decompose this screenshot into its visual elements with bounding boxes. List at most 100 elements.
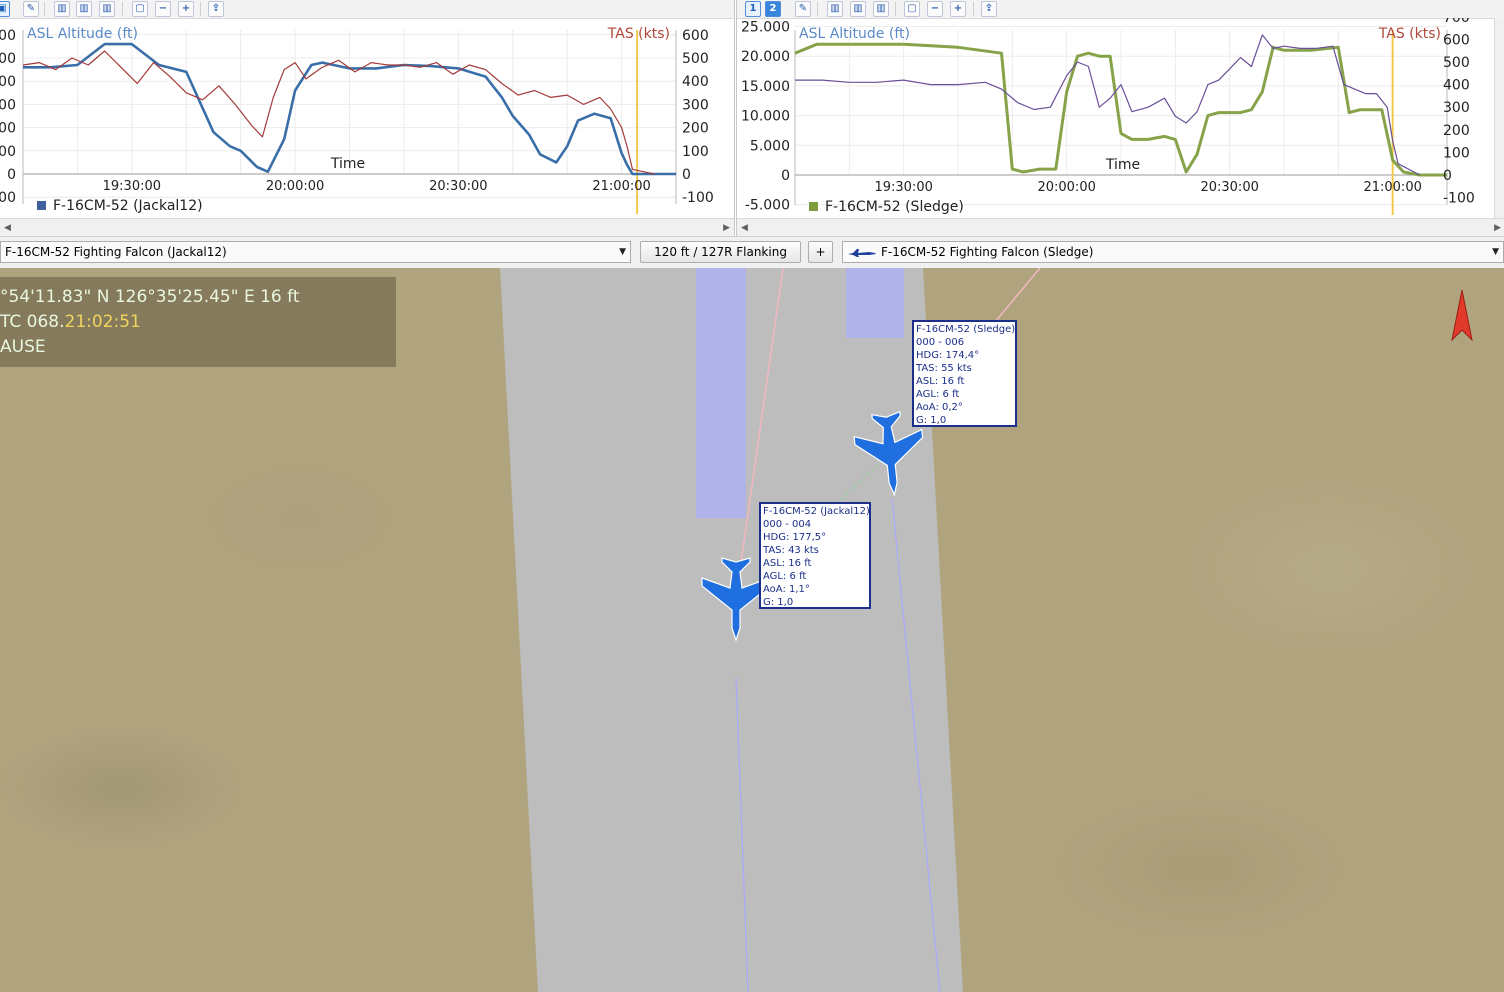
right-tick-label: 500 bbox=[1443, 55, 1470, 71]
chart-a-icon[interactable]: ▥ bbox=[827, 1, 843, 17]
zoom-out-icon[interactable]: − bbox=[155, 1, 171, 17]
left-tick-label: -100 bbox=[0, 190, 16, 206]
left-aircraft-dropdown[interactable]: F-16CM-52 Fighting Falcon (Jackal12) ▼ bbox=[0, 241, 631, 263]
chevron-down-icon: ▼ bbox=[619, 247, 626, 257]
left-telemetry-chart[interactable]: ASL Altitude (ft) TAS (kts) Time 19:30:00 20… bbox=[0, 18, 734, 218]
chart-b-icon[interactable]: ▥ bbox=[76, 1, 92, 17]
left-tick-label: 600 bbox=[0, 28, 16, 44]
x-tick-label: 20:00:00 bbox=[1037, 180, 1095, 195]
right-chart-scrollbar[interactable]: ◀ ▶ bbox=[737, 218, 1504, 236]
right-axis-label: TAS (kts) bbox=[607, 26, 670, 42]
position-info-overlay: °54'11.83" N 126°35'25.45" E 16 ft TC 06… bbox=[0, 277, 396, 367]
label-line: HDG: 174,4° bbox=[916, 350, 980, 361]
scroll-left-icon[interactable]: ◀ bbox=[4, 222, 11, 233]
left-chart-scrollbar[interactable]: ◀ ▶ bbox=[0, 218, 734, 236]
right-chart-toolbar: 1 2 ✎ ▥ ▥ ▥ ▢ − + ⇪ bbox=[737, 0, 1504, 19]
x-tick-label: 21:00:00 bbox=[592, 179, 650, 194]
x-tick-label: 20:00:00 bbox=[266, 179, 324, 194]
right-tick-label: 300 bbox=[1443, 100, 1470, 116]
right-aircraft-dropdown[interactable]: F-16CM-52 Fighting Falcon (Sledge) ▼ bbox=[842, 241, 1504, 263]
right-tick-label: 700 bbox=[1443, 18, 1470, 26]
left-tick-label: 20.000 bbox=[741, 49, 790, 65]
left-tick-label: 400 bbox=[0, 74, 16, 90]
right-tick-label: 200 bbox=[1443, 123, 1470, 139]
sledge-info-label[interactable]: F-16CM-52 (Sledge) 000 - 006 HDG: 174,4°… bbox=[912, 320, 1017, 427]
label-line: ASL: 16 ft bbox=[763, 558, 812, 569]
left-tick-label: 500 bbox=[0, 51, 16, 67]
label-line: TAS: 43 kts bbox=[763, 545, 819, 556]
chart-c-icon[interactable]: ▥ bbox=[99, 1, 115, 17]
right-tick-label: -100 bbox=[682, 190, 714, 206]
jackal12-altitude-trail bbox=[696, 268, 746, 518]
right-tick-label: 600 bbox=[682, 28, 709, 44]
tab-1-button[interactable]: 1 bbox=[745, 1, 761, 17]
label-line: AoA: 1,1° bbox=[763, 584, 810, 595]
right-tick-label: 0 bbox=[1443, 168, 1452, 184]
x-tick-label: 20:30:00 bbox=[429, 179, 487, 194]
page-icon[interactable]: ▢ bbox=[904, 1, 920, 17]
wand-icon[interactable]: ✎ bbox=[23, 1, 39, 17]
label-line: ASL: 16 ft bbox=[916, 376, 965, 387]
zoom-in-icon[interactable]: + bbox=[950, 1, 966, 17]
add-pair-button[interactable]: + bbox=[808, 241, 833, 263]
zoom-out-icon[interactable]: − bbox=[927, 1, 943, 17]
sledge-track-line bbox=[989, 268, 1041, 329]
chart-b-icon[interactable]: ▥ bbox=[850, 1, 866, 17]
map-view[interactable]: °54'11.83" N 126°35'25.45" E 16 ft TC 06… bbox=[0, 268, 1504, 992]
wand-icon[interactable]: ✎ bbox=[795, 1, 811, 17]
left-aircraft-dropdown-value: F-16CM-52 Fighting Falcon (Jackal12) bbox=[5, 245, 227, 259]
jackal12-info-label[interactable]: F-16CM-52 (Jackal12) 000 - 004 HDG: 177,… bbox=[759, 502, 871, 609]
utc-day-prefix: TC 068. bbox=[0, 312, 65, 332]
x-axis-label: Time bbox=[330, 156, 365, 172]
page-icon[interactable]: ▢ bbox=[132, 1, 148, 17]
label-line: AGL: 6 ft bbox=[916, 389, 960, 400]
label-line: HDG: 177,5° bbox=[763, 532, 827, 543]
left-tick-label: 5.000 bbox=[750, 138, 790, 154]
scroll-right-icon[interactable]: ▶ bbox=[1494, 222, 1501, 233]
left-tick-label: 10.000 bbox=[741, 109, 790, 125]
x-tick-label: 20:30:00 bbox=[1200, 180, 1258, 195]
legend-label: F-16CM-52 (Jackal12) bbox=[53, 198, 203, 214]
chart-a-icon[interactable]: ▥ bbox=[54, 1, 70, 17]
aircraft-selector-bar: F-16CM-52 Fighting Falcon (Jackal12) ▼ 1… bbox=[0, 236, 1504, 269]
right-tick-label: 100 bbox=[1443, 145, 1470, 161]
label-line: F-16CM-52 (Sledge) bbox=[916, 324, 1016, 335]
left-tick-label: 0 bbox=[781, 168, 790, 184]
right-chart-panel: 1 2 ✎ ▥ ▥ ▥ ▢ − + ⇪ ASL Altitude (ft) TAS… bbox=[736, 0, 1504, 236]
label-line: TAS: 55 kts bbox=[916, 363, 972, 374]
right-tick-label: 600 bbox=[1443, 32, 1470, 48]
right-chart-vscrollbar[interactable] bbox=[1494, 18, 1504, 218]
left-axis-label: ASL Altitude (ft) bbox=[799, 26, 910, 42]
right-tick-label: 0 bbox=[682, 167, 691, 183]
x-axis-label: Time bbox=[1105, 157, 1140, 173]
sledge-altitude-trail bbox=[846, 268, 904, 338]
right-axis-label: TAS (kts) bbox=[1378, 26, 1441, 42]
left-tick-label: 100 bbox=[0, 144, 16, 160]
utc-time-readout: TC 068.21:02:51 bbox=[0, 312, 141, 332]
north-arrow-icon bbox=[1451, 289, 1473, 342]
export-icon[interactable]: ⇪ bbox=[208, 1, 224, 17]
layout-icon[interactable]: ▣ bbox=[0, 1, 10, 17]
export-icon[interactable]: ⇪ bbox=[981, 1, 997, 17]
tab-2-button[interactable]: 2 bbox=[765, 1, 781, 17]
label-line: F-16CM-52 (Jackal12) bbox=[763, 506, 870, 517]
chart-c-icon[interactable]: ▥ bbox=[873, 1, 889, 17]
distance-aspect-button[interactable]: 120 ft / 127R Flanking bbox=[640, 241, 801, 263]
legend-swatch bbox=[37, 201, 46, 210]
map-scene[interactable] bbox=[0, 268, 1504, 992]
right-tick-label: 400 bbox=[682, 74, 709, 90]
chevron-down-icon: ▼ bbox=[1492, 247, 1499, 257]
label-line: AGL: 6 ft bbox=[763, 571, 807, 582]
left-chart-panel: ▣ ✎ ▥ ▥ ▥ ▢ − + ⇪ ASL Altitude (ft) TAS (… bbox=[0, 0, 735, 236]
right-tick-label: -100 bbox=[1443, 191, 1475, 207]
right-tick-label: 100 bbox=[682, 144, 709, 160]
zoom-in-icon[interactable]: + bbox=[178, 1, 194, 17]
left-tick-label: 25.000 bbox=[741, 20, 790, 36]
right-telemetry-chart[interactable]: ASL Altitude (ft) TAS (kts) Time 19:30:00 20… bbox=[737, 18, 1495, 218]
legend-label: F-16CM-52 (Sledge) bbox=[825, 199, 964, 215]
left-tick-label: -5.000 bbox=[745, 198, 790, 214]
scroll-right-icon[interactable]: ▶ bbox=[723, 222, 730, 233]
right-aircraft-dropdown-value: F-16CM-52 Fighting Falcon (Sledge) bbox=[881, 245, 1094, 259]
left-tick-label: 15.000 bbox=[741, 79, 790, 95]
scroll-left-icon[interactable]: ◀ bbox=[741, 222, 748, 233]
